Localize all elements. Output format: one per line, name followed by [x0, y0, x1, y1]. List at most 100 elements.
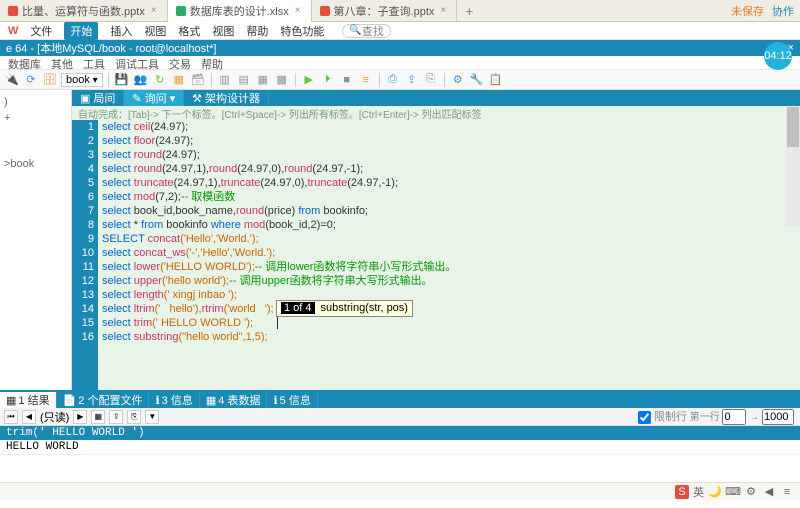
editor-tab-schema[interactable]: ⚒ 架构设计器: [184, 90, 269, 106]
sidebar-db-book[interactable]: >book: [4, 156, 67, 172]
grid2-icon[interactable]: ▩: [274, 72, 290, 88]
new-conn-icon[interactable]: 🔌: [4, 72, 20, 88]
menu-view2[interactable]: 视图: [212, 23, 234, 39]
run2-icon[interactable]: ⏵: [320, 72, 336, 88]
db2-icon[interactable]: 🗃: [190, 72, 206, 88]
hint-bar: 自动完成：[Tab]-> 下一个标签。[Ctrl+Space]-> 列出所有标签…: [72, 106, 800, 120]
prev-icon[interactable]: ◀: [22, 410, 36, 424]
add-tab-button[interactable]: +: [457, 3, 481, 19]
menu-special[interactable]: 特色功能: [280, 23, 324, 39]
column-header[interactable]: trim(' HELLO WORLD '): [0, 426, 800, 440]
menu-file[interactable]: 文件: [30, 23, 52, 39]
result-tab[interactable]: ▦ 4 表数据: [200, 392, 268, 408]
status-bar: S 英 🌙 ⌨ ⚙ ◀ ≡: [0, 482, 800, 500]
close-icon[interactable]: ×: [149, 5, 159, 16]
tool3-icon[interactable]: 📋: [488, 72, 504, 88]
copy-icon[interactable]: ⎘: [423, 72, 439, 88]
tab-label: 2 个配置文件: [78, 392, 142, 408]
sidebar-item[interactable]: +: [4, 110, 67, 126]
menu-view[interactable]: 视图: [144, 23, 166, 39]
row-icon[interactable]: ▤: [236, 72, 252, 88]
limit-from[interactable]: [722, 409, 746, 425]
export-icon[interactable]: ⇪: [109, 410, 123, 424]
settings-icon[interactable]: ⚙: [744, 485, 758, 499]
menu-start[interactable]: 开始: [64, 22, 98, 40]
moon-icon[interactable]: 🌙: [708, 485, 722, 499]
keyboard-icon[interactable]: ⌨: [726, 485, 740, 499]
tool2-icon[interactable]: 🔧: [469, 72, 485, 88]
editor-tab[interactable]: ▣ 局间: [72, 90, 124, 106]
filter-icon[interactable]: ▼: [145, 410, 159, 424]
menu-format[interactable]: 格式: [178, 23, 200, 39]
menu-trans[interactable]: 交易: [169, 56, 191, 69]
dropdown-icon[interactable]: ▾: [170, 92, 176, 105]
menu-other[interactable]: 其他: [51, 56, 73, 69]
search-box[interactable]: 🔍 查找: [342, 24, 390, 38]
line-gutter: 12345678910111213141516: [72, 120, 98, 390]
menu-help2[interactable]: 帮助: [201, 56, 223, 69]
limit-to[interactable]: [762, 409, 794, 425]
browser-tab[interactable]: 比量、运算符与函数.pptx×: [0, 0, 168, 22]
browser-tab[interactable]: 数据库表的设计.xlsx×: [168, 0, 312, 22]
ppt-icon: [320, 6, 330, 16]
import-icon[interactable]: ⇪: [404, 72, 420, 88]
editor-area: ▣ 局间 ✎ 询问 ▾ ⚒ 架构设计器 自动完成：[Tab]-> 下一个标签。[…: [72, 90, 800, 390]
tool1-icon[interactable]: ⚙: [450, 72, 466, 88]
separator: [211, 73, 212, 87]
tooltip-signature: substring(str, pos): [321, 302, 408, 314]
menu-insert[interactable]: 插入: [110, 23, 132, 39]
limit-rows: 限制行 第一行 →: [638, 408, 794, 425]
sidebar-item[interactable]: ): [4, 94, 67, 110]
export-icon[interactable]: ⎙: [385, 72, 401, 88]
refresh2-icon[interactable]: ↻: [152, 72, 168, 88]
grid-icon[interactable]: ▦: [91, 410, 105, 424]
menu-debug[interactable]: 调试工具: [115, 56, 159, 69]
back-icon[interactable]: ◀: [762, 485, 776, 499]
result-tab[interactable]: 📄 2 个配置文件: [57, 392, 150, 408]
tab-label: 4 表数据: [218, 392, 260, 408]
autocomplete-tooltip[interactable]: 1 of 4 substring(str, pos): [276, 300, 413, 317]
scroll-thumb[interactable]: [787, 107, 799, 147]
grid-icon[interactable]: ▦: [255, 72, 271, 88]
menu-help[interactable]: 帮助: [246, 23, 268, 39]
users-icon[interactable]: 👥: [133, 72, 149, 88]
first-icon[interactable]: ⏮: [4, 410, 18, 424]
wps-logo[interactable]: W: [8, 25, 18, 37]
run-icon[interactable]: ▶: [301, 72, 317, 88]
stop-icon[interactable]: ■: [339, 72, 355, 88]
save-icon[interactable]: 💾: [114, 72, 130, 88]
refresh-icon[interactable]: ⟳: [23, 72, 39, 88]
menu-db[interactable]: 数据库: [8, 56, 41, 69]
ime-label[interactable]: 英: [693, 484, 704, 500]
result-tab[interactable]: ℹ 3 信息: [149, 392, 199, 408]
table-icon[interactable]: ▦: [171, 72, 187, 88]
scrollbar[interactable]: [786, 106, 800, 226]
unsync-label[interactable]: 未保存: [731, 3, 764, 19]
db-icon[interactable]: 🗄: [42, 72, 58, 88]
ime-icon[interactable]: S: [675, 485, 689, 499]
next-icon[interactable]: ▶: [73, 410, 87, 424]
menu-icon[interactable]: ≡: [780, 485, 794, 499]
menu-tools[interactable]: 工具: [83, 56, 105, 69]
sync-status: 未保存 协作: [731, 3, 794, 19]
result-row[interactable]: HELLO WORLD: [0, 440, 800, 455]
limit-checkbox[interactable]: [638, 411, 651, 424]
format-icon[interactable]: ≡: [358, 72, 374, 88]
close-icon[interactable]: ×: [438, 5, 448, 16]
close-icon[interactable]: ×: [293, 5, 303, 16]
result-tabs: ▦ 1 结果 📄 2 个配置文件 ℹ 3 信息 ▦ 4 表数据 ℹ 5 信息: [0, 392, 800, 408]
col-icon[interactable]: ▥: [217, 72, 233, 88]
result-tab[interactable]: ▦ 1 结果: [0, 392, 57, 408]
result-grid[interactable]: trim(' HELLO WORLD ') HELLO WORLD: [0, 426, 800, 455]
editor-tab-query[interactable]: ✎ 询问 ▾: [124, 90, 184, 106]
app-menubar: W 文件 开始 插入 视图 格式 视图 帮助 特色功能 🔍 查找: [0, 22, 800, 40]
browser-tab[interactable]: 第八章：子查询.pptx×: [312, 0, 458, 22]
result-tab[interactable]: ℹ 5 信息: [267, 392, 317, 408]
code-content[interactable]: select ceil(24.97);select floor(24.97);s…: [98, 120, 800, 390]
timer-badge[interactable]: 04:12: [764, 42, 792, 70]
tab-label: 架构设计器: [205, 90, 260, 106]
collab-label[interactable]: 协作: [772, 3, 794, 19]
copy-icon[interactable]: ⎘: [127, 410, 141, 424]
code-editor[interactable]: 12345678910111213141516 select ceil(24.9…: [72, 120, 800, 390]
db-selector[interactable]: book ▾: [61, 73, 103, 87]
